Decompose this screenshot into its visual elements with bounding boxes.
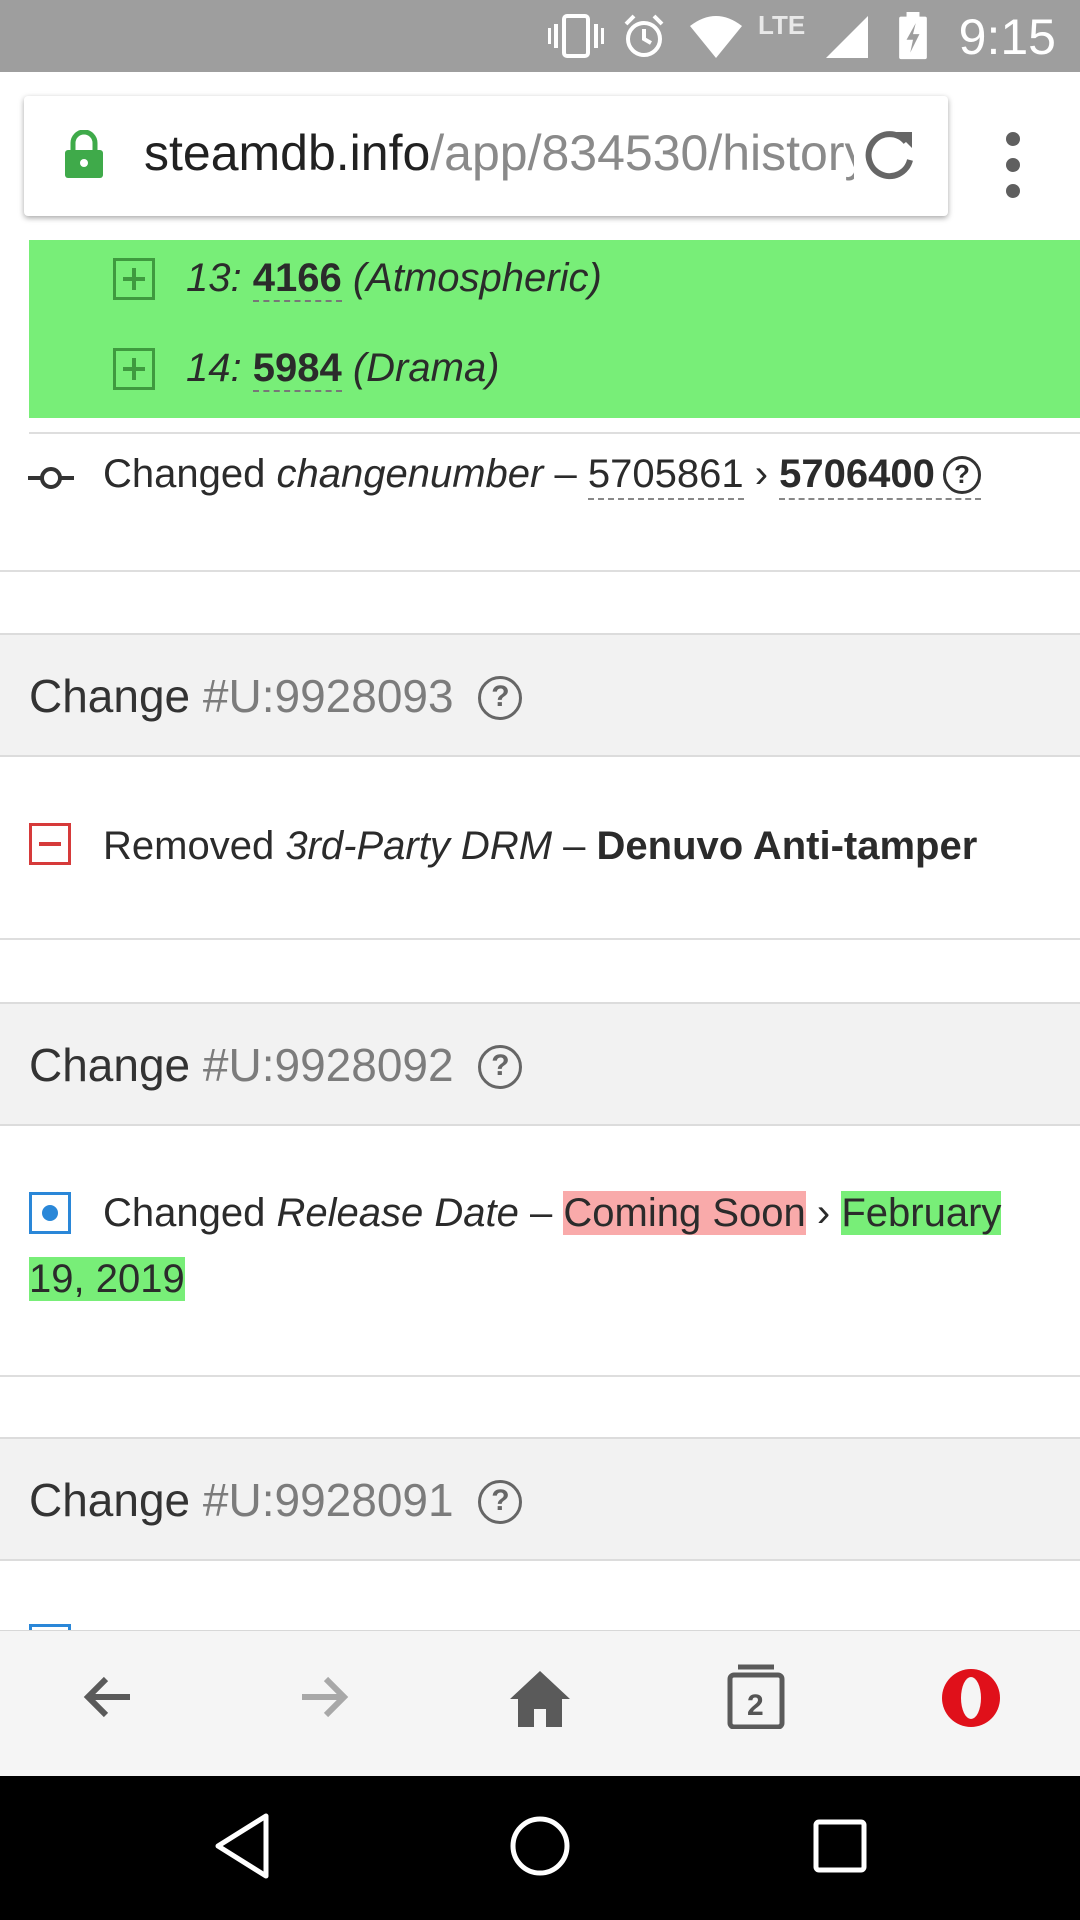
nav-back-icon[interactable] (212, 1812, 272, 1880)
item-tag: (Atmospheric) (352, 256, 602, 300)
url-path: /app/834530/history (430, 125, 854, 181)
item-index: 13: (186, 256, 242, 300)
change-title: Change #U:9928092 ? (29, 1038, 523, 1092)
change-sep: – (530, 1191, 553, 1235)
item-id-link[interactable]: 4166 (252, 256, 342, 302)
list-item: 14: 5984 (Drama) (186, 346, 500, 392)
release-date-row: Changed Release Date – Coming Soon › Feb… (103, 1191, 1002, 1236)
new-value-cont: 19, 2019 (29, 1257, 185, 1301)
change-header: Change #U:9928093 ? (0, 633, 1080, 757)
forward-icon[interactable] (296, 1669, 352, 1725)
plus-icon (113, 258, 155, 300)
tab-count: 2 (747, 1689, 764, 1722)
list-item: 13: 4166 (Atmospheric) (186, 256, 602, 302)
change-verb: Changed (103, 452, 266, 496)
status-bar: LTE 9:15 (0, 0, 1080, 72)
change-title: Change #U:9928091 ? (29, 1473, 523, 1527)
changenumber-row: Changed changenumber – 5705861 › 5706400… (103, 452, 981, 500)
old-changenumber-link[interactable]: 5705861 (587, 452, 744, 500)
change-field: Release Date (276, 1191, 519, 1235)
old-value: Coming Soon (563, 1191, 806, 1235)
help-icon[interactable]: ? (478, 1480, 523, 1524)
divider (0, 1375, 1080, 1377)
change-label: Change (29, 1474, 191, 1526)
change-field: changenumber (276, 452, 544, 496)
alarm-icon (624, 14, 664, 57)
system-nav-bar (0, 1776, 1080, 1920)
back-icon[interactable] (80, 1669, 136, 1725)
new-changenumber-link[interactable]: 5706400? (779, 452, 981, 500)
plus-icon (113, 348, 155, 390)
arrow: › (754, 452, 769, 496)
history-content: 13: 4166 (Atmospheric) 14: 5984 (Drama) … (0, 240, 1080, 1630)
arrow: › (816, 1191, 831, 1235)
minus-icon (29, 823, 71, 865)
new-changenumber: 5706400 (779, 452, 935, 496)
browser-bottom-bar: 2 (0, 1630, 1080, 1776)
wifi-icon (690, 16, 742, 58)
overflow-menu-icon[interactable] (990, 132, 1038, 242)
change-verb: Removed (103, 824, 275, 868)
change-id-link[interactable]: #U:9928091 (203, 1474, 454, 1526)
changed-icon (29, 1192, 71, 1234)
item-tag: (Drama) (352, 346, 500, 390)
change-label: Change (29, 1039, 191, 1091)
item-id-link[interactable]: 5984 (252, 346, 342, 392)
help-icon[interactable]: ? (478, 1045, 523, 1089)
item-index: 14: (186, 346, 242, 390)
address-bar[interactable]: steamdb.info/app/834530/history (24, 96, 948, 216)
help-icon[interactable]: ? (478, 676, 523, 720)
opera-icon[interactable] (940, 1667, 1002, 1729)
change-header: Change #U:9928092 ? (0, 1002, 1080, 1126)
divider (0, 938, 1080, 940)
reload-icon[interactable] (860, 126, 920, 186)
url-host: steamdb.info (144, 125, 431, 181)
help-icon[interactable]: ? (942, 456, 981, 494)
clock: 9:15 (958, 9, 1056, 65)
removed-row: Removed 3rd-Party DRM – Denuvo Anti-tamp… (103, 824, 977, 869)
change-field: 3rd-Party DRM (285, 824, 553, 868)
change-label: Change (29, 670, 191, 722)
removed-value: Denuvo Anti-tamper (596, 824, 978, 868)
signal-icon (826, 16, 868, 58)
release-date-row-cont: 19, 2019 (29, 1257, 185, 1302)
divider (29, 432, 1080, 434)
battery-charging-icon (899, 12, 927, 60)
change-id-link[interactable]: #U:9928093 (203, 670, 454, 722)
commit-icon (28, 467, 74, 489)
change-sep: – (554, 452, 577, 496)
change-header: Change #U:9928091 ? (0, 1437, 1080, 1561)
change-id-link[interactable]: #U:9928092 (203, 1039, 454, 1091)
nav-recents-icon[interactable] (812, 1818, 868, 1874)
lock-icon (65, 130, 103, 178)
network-type: LTE (758, 10, 806, 40)
vibrate-icon (548, 14, 604, 58)
change-sep: – (563, 824, 586, 868)
url-text[interactable]: steamdb.info/app/834530/history (144, 124, 854, 182)
change-title: Change #U:9928093 ? (29, 669, 523, 723)
change-verb: Changed (103, 1191, 266, 1235)
nav-home-icon[interactable] (508, 1814, 572, 1878)
browser-toolbar: steamdb.info/app/834530/history (0, 72, 1080, 240)
divider (0, 570, 1080, 572)
home-icon[interactable] (508, 1669, 572, 1729)
new-value: February (841, 1191, 1002, 1235)
